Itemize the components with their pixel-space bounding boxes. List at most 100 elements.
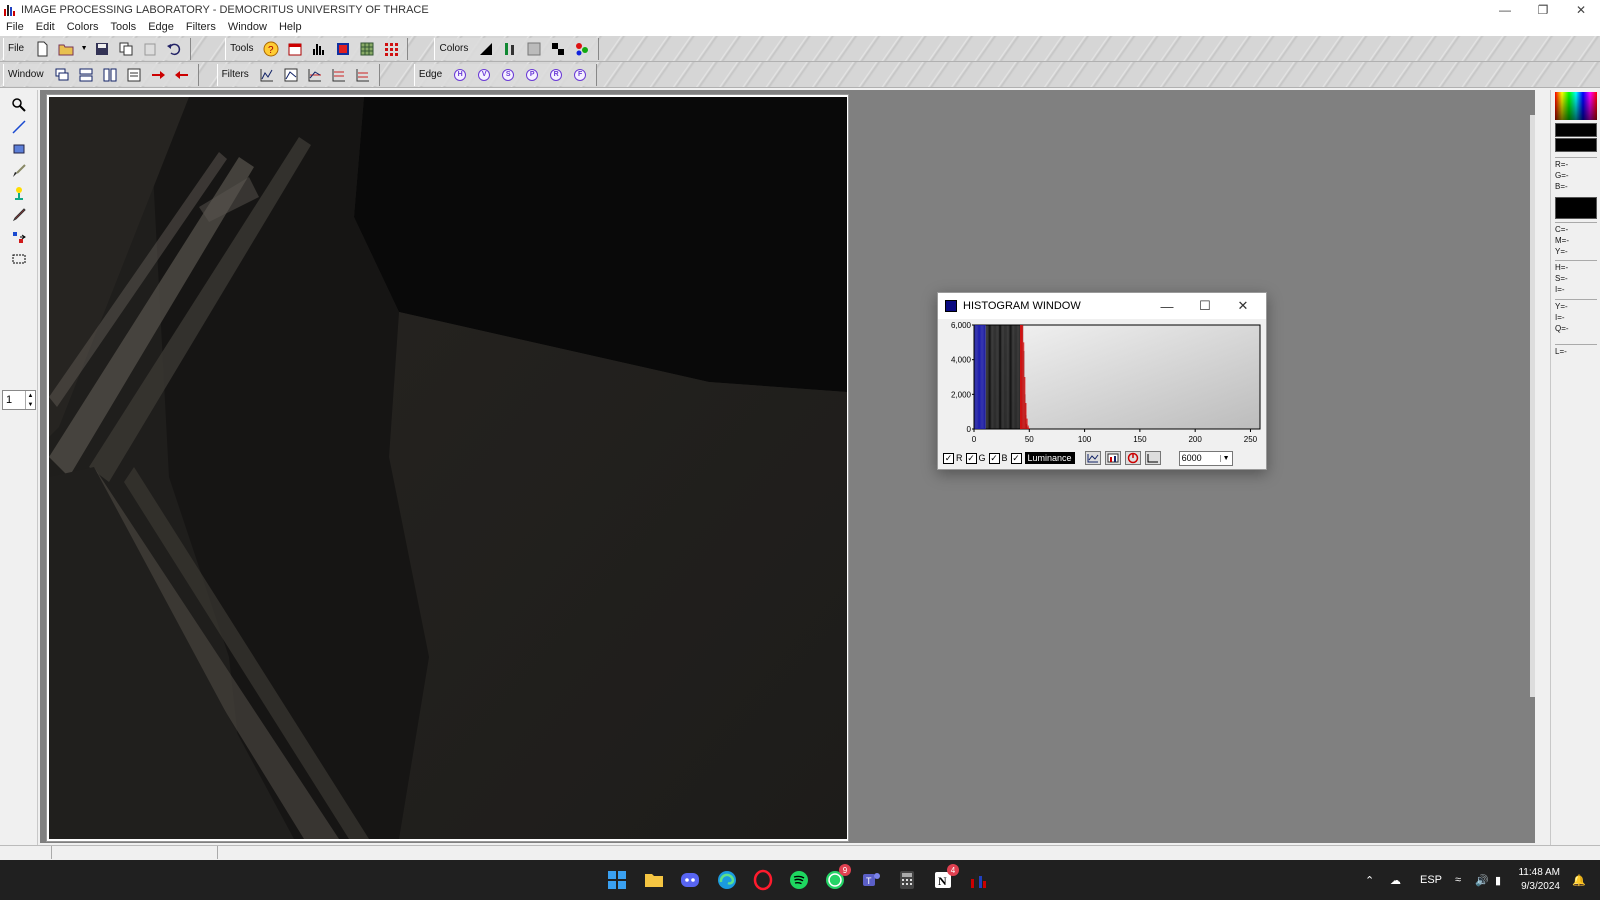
spinner-down-icon[interactable]: ▼	[28, 402, 34, 408]
wifi-icon[interactable]: ≈	[1455, 860, 1461, 900]
filter-2-button[interactable]	[281, 65, 301, 85]
image-canvas[interactable]	[49, 97, 847, 839]
histogram-window[interactable]: HISTOGRAM WINDOW — ☐ ✕ 6,000 4,000 2,000 0 …	[937, 292, 1267, 470]
volume-icon[interactable]: 🔊	[1475, 860, 1489, 900]
cascade-windows-button[interactable]	[52, 65, 72, 85]
histogram-scale-select[interactable]: 6000 ▼	[1178, 450, 1233, 466]
spotify-icon[interactable]	[787, 868, 811, 892]
histogram-reset-button[interactable]	[1124, 451, 1141, 465]
menu-colors[interactable]: Colors	[61, 21, 105, 33]
menu-file[interactable]: File	[0, 21, 30, 33]
copy-button[interactable]	[116, 39, 136, 59]
image-info-button[interactable]	[333, 39, 353, 59]
undo-button[interactable]	[164, 39, 184, 59]
tile-horizontal-button[interactable]	[76, 65, 96, 85]
menu-help[interactable]: Help	[273, 21, 308, 33]
image-info-icon	[337, 42, 350, 55]
notification-bell-icon[interactable]: 🔔	[1572, 860, 1586, 900]
workspace-vertical-scrollbar[interactable]	[1530, 115, 1535, 697]
next-window-button[interactable]	[148, 65, 168, 85]
channel-r-checkbox[interactable]: ✓	[943, 452, 954, 464]
new-file-button[interactable]	[32, 39, 52, 59]
edge-s-button[interactable]: S	[502, 68, 515, 81]
save-button[interactable]	[92, 39, 112, 59]
histogram-minimize-button[interactable]: —	[1148, 293, 1186, 319]
histogram-titlebar[interactable]: HISTOGRAM WINDOW — ☐ ✕	[938, 293, 1266, 319]
system-clock[interactable]: 11:48 AM 9/3/2024	[1518, 866, 1560, 894]
edge-browser-icon[interactable]	[715, 868, 739, 892]
histogram-bars-button[interactable]	[1104, 451, 1121, 465]
minimize-button[interactable]: —	[1486, 0, 1524, 20]
menu-edge[interactable]: Edge	[142, 21, 180, 33]
close-button[interactable]: ✕	[1562, 0, 1600, 20]
chevron-down-icon[interactable]: ▼	[1219, 454, 1232, 462]
edge-p-button[interactable]: P	[526, 68, 539, 81]
histogram-tool-button[interactable]	[309, 39, 329, 59]
selection-tool[interactable]	[8, 248, 30, 270]
grid-tool-button[interactable]	[357, 39, 377, 59]
arrange-icons-button[interactable]	[124, 65, 144, 85]
channel-g-checkbox[interactable]: ✓	[965, 452, 977, 464]
foreground-color-swatch[interactable]	[1555, 123, 1597, 137]
color-spectrum[interactable]	[1555, 92, 1597, 120]
histogram-app-icon[interactable]	[967, 868, 991, 892]
paste-button[interactable]	[140, 39, 160, 59]
whatsapp-icon[interactable]: 9	[823, 864, 851, 892]
line-tool[interactable]	[8, 116, 30, 138]
rgb-channels-button[interactable]	[572, 39, 592, 59]
filter-4-button[interactable]	[329, 65, 349, 85]
windows-start-icon[interactable]	[605, 868, 629, 892]
luminance-checkbox[interactable]: ✓	[1010, 452, 1022, 464]
spinner-arrows[interactable]: ▲ ▼	[25, 391, 35, 409]
filter-3-button[interactable]	[305, 65, 325, 85]
histogram-axis-button[interactable]	[1144, 451, 1161, 465]
teams-icon[interactable]: T	[859, 868, 883, 892]
color-info-panel: R=- G=- B=- C=- M=- Y=- H=- S=- I=- Y=- …	[1550, 90, 1600, 845]
open-dropdown-button[interactable]: ▼	[80, 39, 88, 59]
color-picker-tool[interactable]	[8, 182, 30, 204]
grayscale-button[interactable]	[524, 39, 544, 59]
edge-h-button[interactable]: H	[454, 68, 467, 81]
help-tool-button[interactable]: ?	[261, 39, 281, 59]
channel-b-checkbox[interactable]: ✓	[988, 452, 1000, 464]
menu-edit[interactable]: Edit	[30, 21, 61, 33]
open-file-button[interactable]	[56, 39, 76, 59]
language-indicator[interactable]: ESP	[1420, 860, 1442, 900]
filter-1-button[interactable]	[257, 65, 277, 85]
pencil-tool[interactable]	[8, 204, 30, 226]
edge-v-button[interactable]: V	[478, 68, 491, 81]
image-window[interactable]	[46, 94, 849, 842]
filter-5-button[interactable]	[353, 65, 373, 85]
restore-button[interactable]: ❐	[1524, 0, 1562, 20]
edge-f-button[interactable]: F	[574, 68, 587, 81]
zoom-tool[interactable]	[8, 94, 30, 116]
discord-icon[interactable]	[678, 868, 702, 892]
menu-filters[interactable]: Filters	[180, 21, 222, 33]
frame-spinner[interactable]: 1 ▲ ▼	[2, 390, 36, 410]
tray-overflow-chevron-icon[interactable]: ⌃	[1365, 860, 1374, 900]
histogram-maximize-button[interactable]: ☐	[1186, 293, 1224, 319]
previous-window-button[interactable]	[172, 65, 192, 85]
contrast-button[interactable]	[476, 39, 496, 59]
opera-icon[interactable]	[751, 868, 775, 892]
tile-vertical-button[interactable]	[100, 65, 120, 85]
histogram-close-button[interactable]: ✕	[1224, 293, 1262, 319]
dots-tool-button[interactable]	[381, 39, 401, 59]
menu-window[interactable]: Window	[222, 21, 273, 33]
move-tool[interactable]	[8, 226, 30, 248]
calculator-icon[interactable]	[895, 868, 919, 892]
file-explorer-icon[interactable]	[642, 868, 666, 892]
calendar-tool-button[interactable]	[285, 39, 305, 59]
onedrive-cloud-icon[interactable]: ☁	[1390, 860, 1401, 900]
spinner-up-icon[interactable]: ▲	[28, 393, 34, 399]
battery-icon[interactable]: ▮	[1495, 860, 1501, 900]
halftone-button[interactable]	[548, 39, 568, 59]
brush-tool[interactable]	[8, 160, 30, 182]
background-color-swatch[interactable]	[1555, 138, 1597, 152]
menu-tools[interactable]: Tools	[105, 21, 143, 33]
histogram-plot-button[interactable]	[1084, 451, 1101, 465]
notion-icon[interactable]: N4	[931, 864, 959, 892]
edge-r-button[interactable]: R	[550, 68, 563, 81]
levels-button[interactable]	[500, 39, 520, 59]
rectangle-tool[interactable]	[8, 138, 30, 160]
